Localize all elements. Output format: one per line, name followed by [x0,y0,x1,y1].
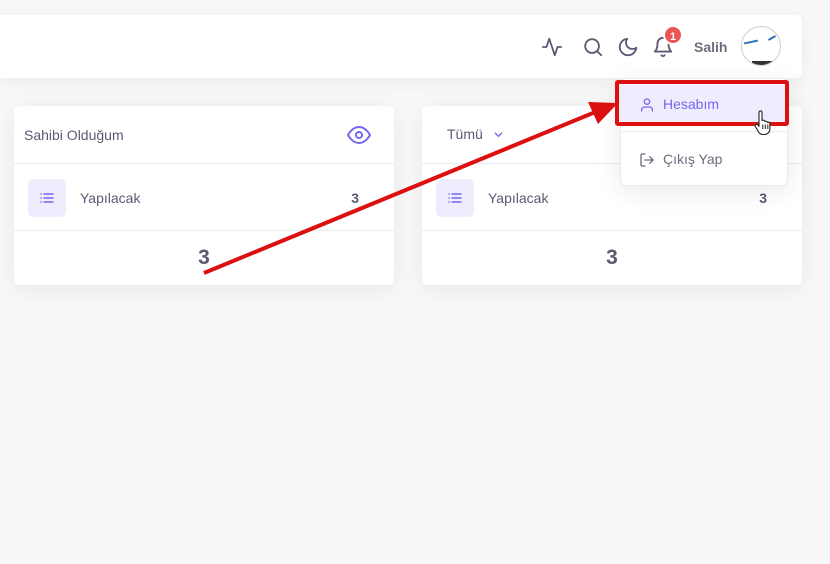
card-total: 3 [198,246,210,269]
user-icon [639,97,655,113]
top-navbar: 1 Salih [0,15,802,78]
notification-badge: 1 [663,25,683,45]
list-item-label: Yapılacak [488,190,549,206]
logout-icon [639,152,655,168]
search-icon[interactable] [582,36,604,58]
list-item-count: 3 [759,190,767,206]
card-footer: 3 [422,231,802,284]
list-item-count: 3 [351,190,359,206]
eye-icon[interactable] [347,123,371,147]
list-item-label: Yapılacak [80,190,141,206]
account-menu-label: Hesabım [663,96,720,112]
logout-menu-label: Çıkış Yap [663,151,723,167]
filter-dropdown-label: Tümü [447,126,483,142]
chevron-down-icon [493,127,504,143]
list-icon [28,179,66,217]
activity-icon[interactable] [541,36,563,58]
list-icon [436,179,474,217]
filter-dropdown[interactable]: Tümü [447,126,504,143]
card-header: Sahibi Olduğum [14,106,394,164]
hand-cursor-icon [754,110,772,141]
logout-menu-item[interactable]: Çıkış Yap [621,140,787,180]
list-item[interactable]: Yapılacak 3 [14,164,394,231]
card-title: Sahibi Olduğum [24,127,124,143]
avatar[interactable] [741,26,781,66]
card-total: 3 [606,246,618,269]
moon-icon[interactable] [617,36,639,58]
card-footer: 3 [14,231,394,284]
username-label[interactable]: Salih [694,39,727,55]
owned-tasks-card: Sahibi Olduğum Yapılacak 3 3 [14,106,394,285]
